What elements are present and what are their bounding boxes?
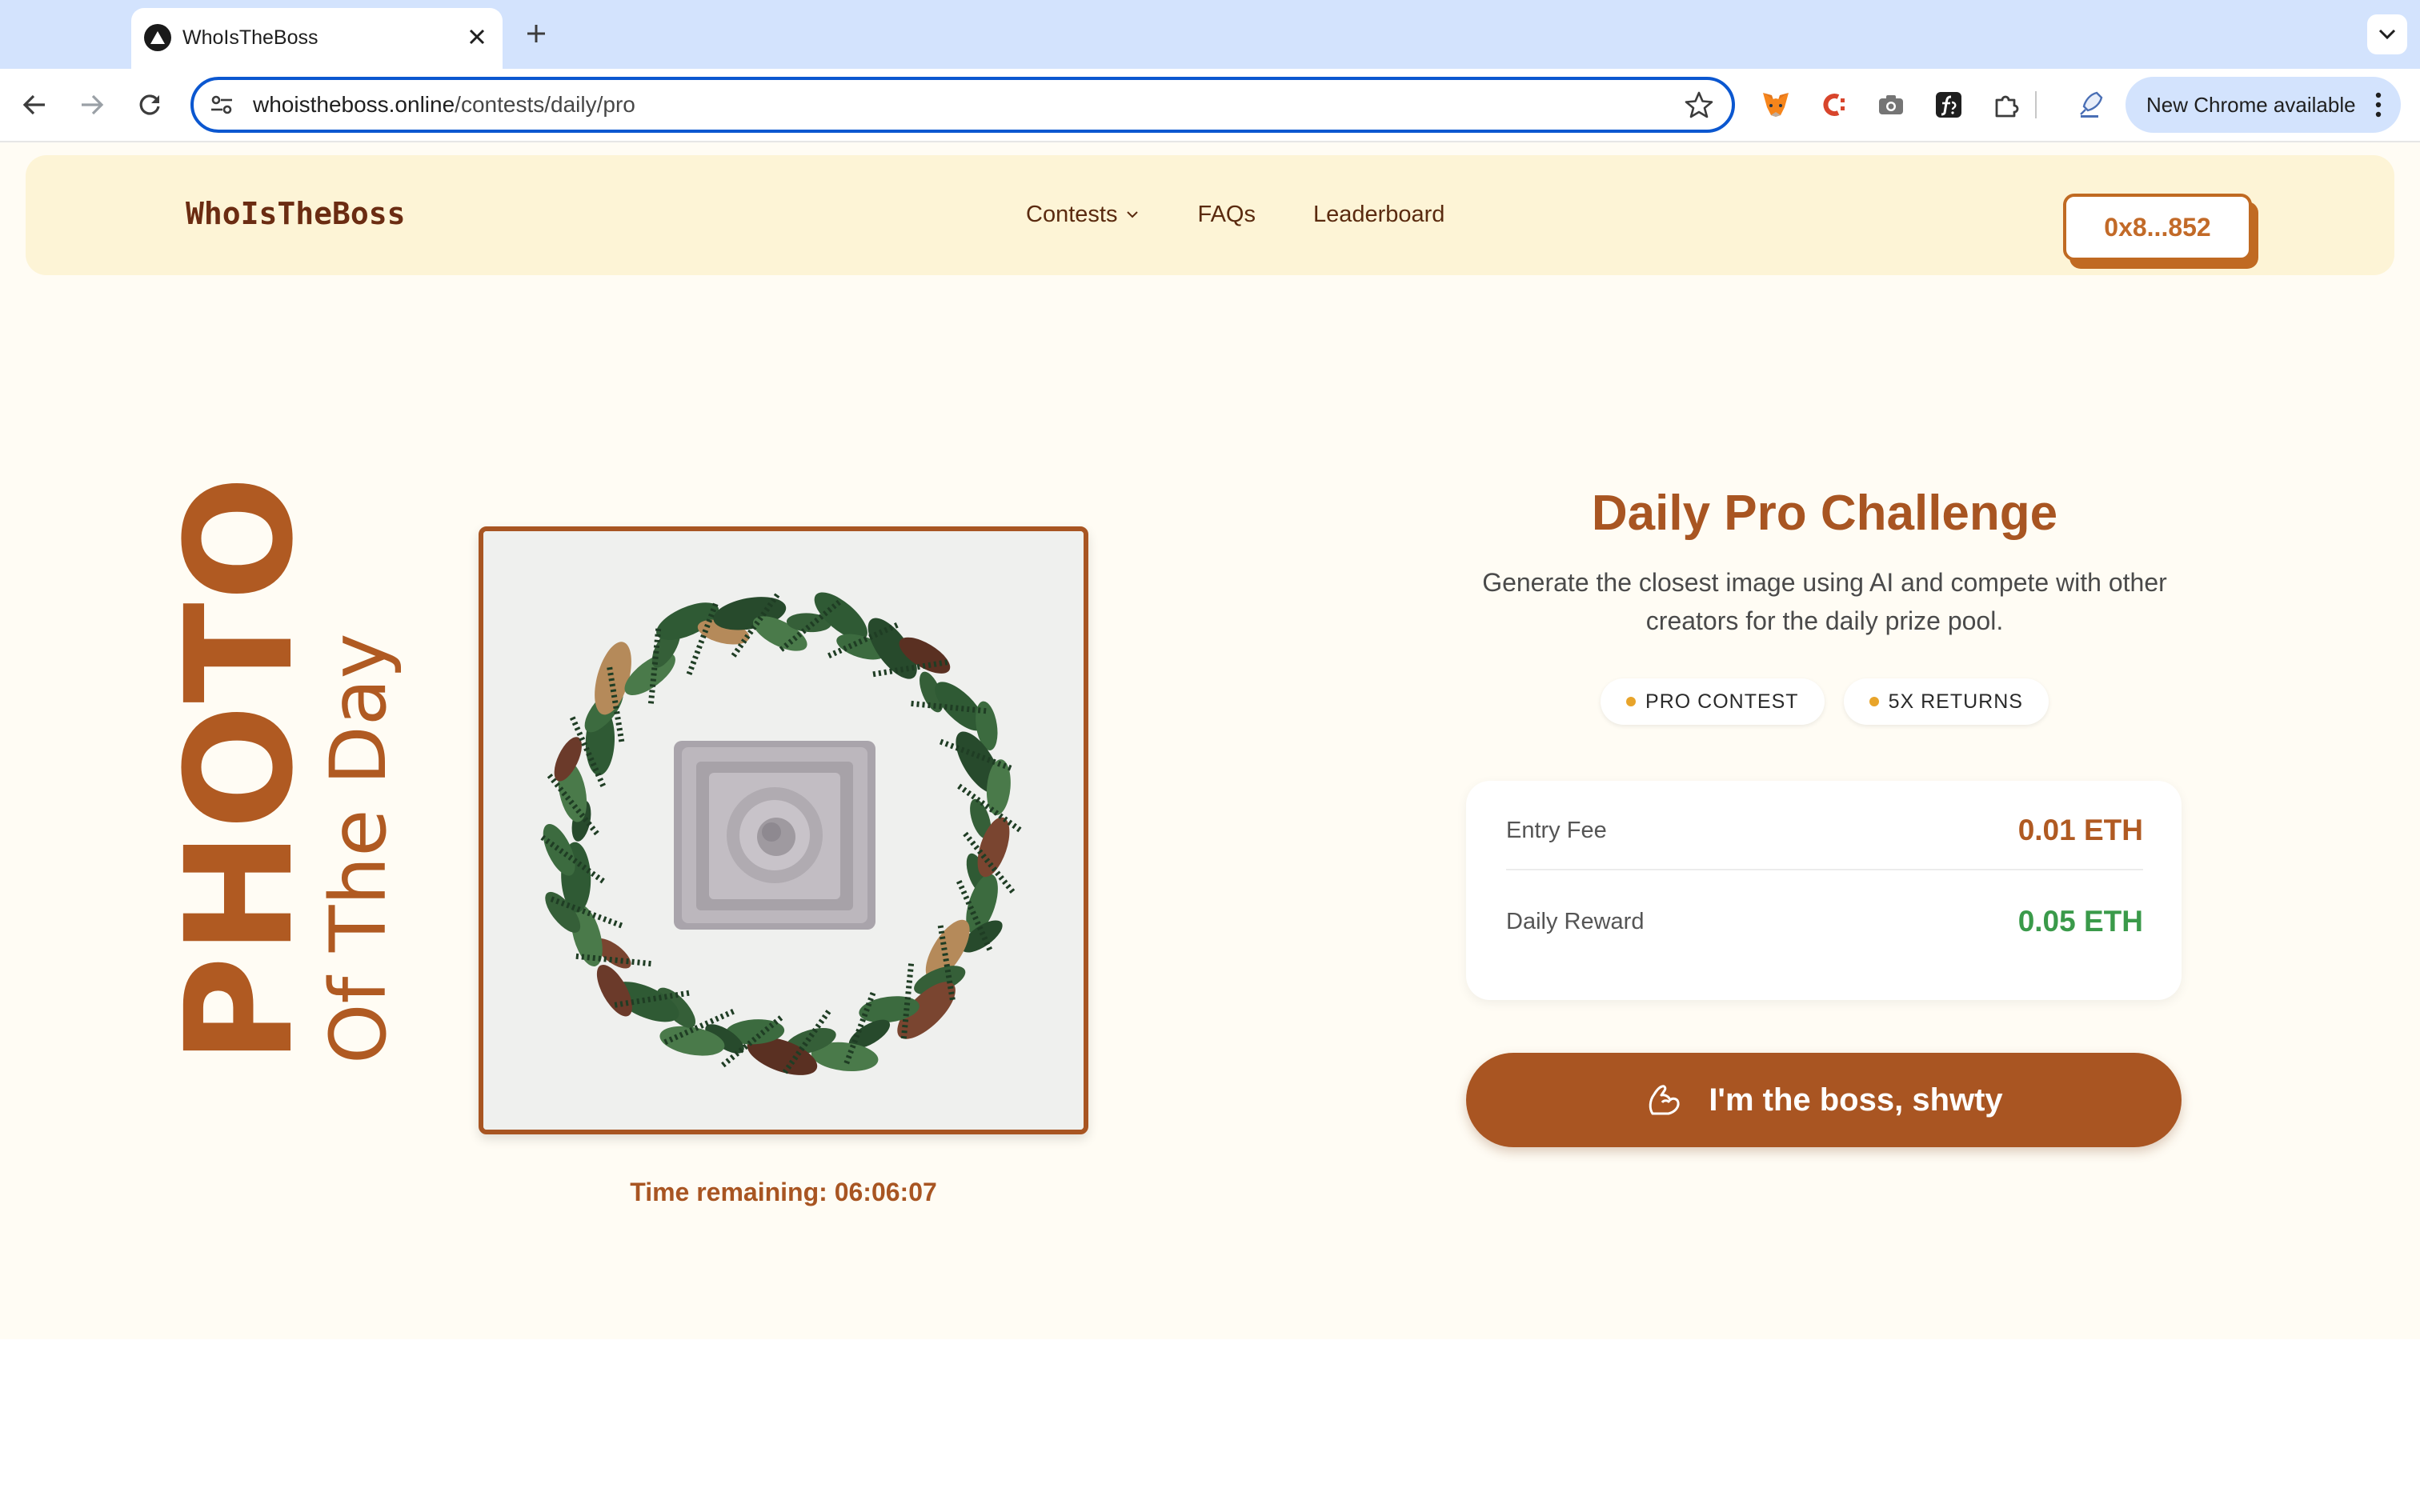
- chrome-update-button[interactable]: New Chrome available: [2126, 77, 2401, 133]
- site-settings-icon[interactable]: [210, 93, 234, 117]
- browser-toolbar: whoistheboss.online/contests/daily/pro N…: [0, 69, 2420, 142]
- arrow-left-icon: [22, 94, 45, 115]
- enter-contest-label: I'm the boss, shwty: [1709, 1082, 2003, 1118]
- daily-photo: [479, 526, 1088, 1134]
- browser-window: WhoIsTheBoss whoistheboss.online/contest…: [0, 0, 2420, 1512]
- toolbar-divider: [2028, 85, 2044, 125]
- challenge-title: Daily Pro Challenge: [1591, 486, 2058, 541]
- returns-badge: 5X RETURNS: [1843, 678, 2049, 725]
- browser-tab[interactable]: WhoIsTheBoss: [131, 8, 503, 69]
- wallet-address: 0x8...852: [2063, 194, 2252, 261]
- badge-dot-icon: [1626, 697, 1637, 706]
- entry-fee-row: Entry Fee 0.01 ETH: [1506, 792, 2143, 870]
- plus-icon[interactable]: [519, 16, 554, 51]
- nav-contests-label: Contests: [1026, 202, 1118, 227]
- contest-tags: PRO CONTEST 5X RETURNS: [1464, 678, 2185, 725]
- more-vert-icon: [2375, 92, 2382, 118]
- daily-photo-image: [483, 531, 1084, 1130]
- nav-leaderboard[interactable]: Leaderboard: [1313, 198, 1444, 230]
- url-path: /contests/daily/pro: [455, 92, 635, 117]
- badge-dot-icon: [1869, 697, 1879, 706]
- tab-title: WhoIsTheBoss: [182, 26, 319, 49]
- wallet-button[interactable]: 0x8...852: [2063, 194, 2258, 270]
- chrome-update-label: New Chrome available: [2146, 93, 2356, 117]
- metamask-fox-icon[interactable]: [1756, 85, 1796, 125]
- tab-strip: WhoIsTheBoss: [0, 0, 2420, 69]
- puzzle-piece-icon[interactable]: [1986, 85, 2026, 125]
- returns-label: 5X RETURNS: [1888, 690, 2023, 713]
- nav-faqs[interactable]: FAQs: [1197, 198, 1256, 230]
- close-icon[interactable]: [463, 22, 491, 51]
- chevron-down-icon: [2378, 29, 2396, 40]
- tab-search-button[interactable]: [2367, 14, 2407, 54]
- c-extension-icon[interactable]: [1813, 85, 1853, 125]
- site-logo[interactable]: WhoIsTheBoss: [186, 195, 406, 232]
- pro-contest-label: PRO CONTEST: [1645, 690, 1799, 713]
- nav-contests[interactable]: Contests: [1026, 198, 1140, 230]
- time-remaining: Time remaining: 06:06:07: [630, 1178, 937, 1206]
- address-bar[interactable]: whoistheboss.online/contests/daily/pro: [190, 77, 1735, 133]
- reload-button[interactable]: [130, 85, 170, 125]
- chevron-down-icon: [1127, 211, 1139, 218]
- site-navbar: WhoIsTheBoss Contests FAQs Leaderboard 0…: [26, 155, 2394, 275]
- entry-fee-label: Entry Fee: [1506, 817, 1607, 843]
- url-host: whoistheboss.online: [253, 92, 455, 117]
- url-text: whoistheboss.online/contests/daily/pro: [253, 91, 635, 118]
- daily-reward-row: Daily Reward 0.05 ETH: [1506, 890, 2143, 954]
- camera-icon[interactable]: [1871, 85, 1911, 125]
- forward-button[interactable]: [72, 85, 112, 125]
- entry-fee-value: 0.01 ETH: [2017, 814, 2143, 846]
- site-favicon-icon: [144, 24, 171, 51]
- daily-reward-label: Daily Reward: [1506, 908, 1645, 934]
- daily-reward-value: 0.05 ETH: [2017, 905, 2143, 938]
- enter-contest-button[interactable]: I'm the boss, shwty: [1466, 1053, 2182, 1147]
- reload-icon: [139, 94, 160, 115]
- pro-contest-badge: PRO CONTEST: [1601, 678, 1825, 725]
- nav-links: Contests FAQs Leaderboard: [1026, 197, 1502, 232]
- flexed-bicep-icon: [1649, 1085, 1680, 1115]
- function-extension-icon[interactable]: [1929, 85, 1969, 125]
- rocket-extension-icon[interactable]: [2069, 85, 2109, 125]
- challenge-description: Generate the closest image using AI and …: [1482, 568, 2167, 635]
- back-button[interactable]: [14, 85, 54, 125]
- knit-square: [674, 741, 875, 930]
- bookmark-star-icon[interactable]: [1684, 90, 1714, 120]
- photo-heading: PHOTO: [154, 474, 326, 1064]
- prize-card: Entry Fee 0.01 ETH Daily Reward 0.05 ETH: [1466, 781, 2182, 1000]
- page-content: WhoIsTheBoss Contests FAQs Leaderboard 0…: [0, 142, 2420, 1512]
- arrow-right-icon: [82, 94, 104, 115]
- of-the-day-heading: Of The Day: [314, 633, 403, 1065]
